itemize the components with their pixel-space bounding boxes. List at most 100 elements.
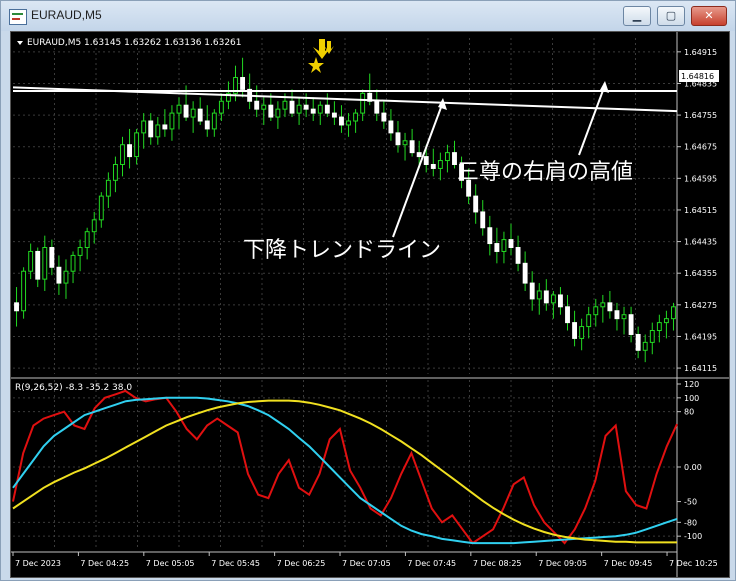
candle-body — [437, 160, 443, 169]
time-tick-label: 7 Dec 10:25 — [669, 559, 718, 568]
candle-body — [402, 140, 408, 146]
candle-body — [388, 120, 394, 134]
candle-body — [621, 314, 627, 320]
chart-area[interactable]: 1.64915 1.64835 1.64755 1.64675 1.64595 1.645… — [10, 31, 730, 578]
candle-body — [240, 77, 246, 90]
candle-body — [28, 250, 34, 272]
candle-body — [649, 330, 655, 343]
candle-body — [558, 294, 563, 308]
candle-body — [261, 104, 267, 110]
maximize-button[interactable]: ▢ — [657, 6, 685, 26]
candle-body — [586, 314, 592, 328]
indicator-tick-label: -80 — [684, 518, 697, 527]
price-lines[interactable] — [12, 86, 678, 113]
price-tick-label: 1.64915 — [684, 48, 717, 57]
candle-body — [21, 270, 27, 312]
candle-body — [607, 302, 613, 312]
candle-body — [614, 310, 620, 320]
candle-body — [105, 179, 111, 197]
candle-body — [14, 302, 19, 312]
candle-body — [508, 239, 514, 249]
window-title: EURAUD,M5 — [31, 8, 102, 22]
candle-body — [409, 140, 415, 154]
star-icon — [308, 57, 324, 73]
price-tick-label: 1.64355 — [684, 269, 717, 278]
candle-body — [593, 306, 599, 316]
candle-body — [536, 290, 542, 300]
candle-body — [550, 294, 556, 304]
candle-body — [671, 306, 676, 320]
candle-body — [211, 112, 217, 130]
candle-body — [254, 100, 260, 110]
candle-body — [452, 152, 457, 165]
candle-body — [282, 100, 288, 110]
price-tick-label: 1.64275 — [684, 301, 717, 310]
time-tick-label: 7 Dec 09:05 — [538, 559, 587, 568]
candle-body — [134, 132, 140, 158]
dropdown-triangle-icon[interactable] — [17, 41, 23, 45]
candle-body — [628, 314, 634, 335]
time-tick-label: 7 Dec 06:25 — [277, 559, 326, 568]
candle-body — [600, 302, 606, 308]
downtrend-line-annotation: 下降トレンドライン — [243, 238, 441, 263]
candle-body — [176, 104, 182, 114]
candle-body — [360, 92, 366, 114]
candle-body — [56, 266, 62, 284]
time-tick-label: 7 Dec 07:05 — [342, 559, 391, 568]
candle-body — [289, 100, 295, 114]
time-tick-label: 7 Dec 05:05 — [146, 559, 195, 568]
time-tick-label: 7 Dec 05:45 — [211, 559, 260, 568]
candle-body — [77, 247, 83, 256]
candle-body — [565, 306, 570, 324]
candle-body — [84, 231, 90, 249]
candle-body — [487, 227, 493, 245]
chart-canvas[interactable]: 1.649151.648351.647551.646751.645951.645… — [11, 32, 729, 577]
candle-body — [324, 104, 330, 114]
candle-body — [148, 120, 154, 138]
chart-app-icon — [9, 9, 27, 25]
price-y-axis: 1.649151.648351.647551.646751.645951.645… — [676, 32, 717, 577]
candle-body — [515, 247, 521, 264]
price-tick-label: 1.64595 — [684, 174, 717, 183]
candle-body — [169, 112, 175, 130]
indicator-tick-label: -100 — [684, 532, 702, 541]
candle-body — [268, 104, 274, 118]
candle-body — [218, 100, 224, 114]
candle-body — [642, 341, 648, 351]
candle-body — [141, 120, 147, 134]
time-tick-label: 7 Dec 08:25 — [473, 559, 522, 568]
candle-body — [494, 243, 500, 252]
candle-body — [522, 262, 528, 284]
candle-body — [346, 120, 351, 126]
candle-body — [473, 195, 479, 213]
candle-body — [204, 120, 210, 130]
chart-window: EURAUD,M5 ▁ ▢ ✕ 1.64915 1.64835 1.64755 1.6… — [0, 0, 736, 581]
time-x-axis: 7 Dec 2023 7 Dec 04:25 7 Dec 05:05 7 Dec 05… — [11, 551, 718, 568]
time-tick-label: 7 Dec 09:45 — [604, 559, 653, 568]
right-shoulder-annotation: 三尊の右肩の高値 — [457, 160, 633, 185]
candle-body — [444, 152, 450, 162]
candle-body — [42, 247, 48, 280]
indicator-tick-label: -50 — [684, 498, 697, 507]
time-tick-label: 7 Dec 07:45 — [407, 559, 456, 568]
candle-body — [35, 250, 41, 280]
candle-body — [353, 112, 359, 122]
candle-body — [331, 112, 337, 118]
price-tick-label: 1.64195 — [684, 332, 717, 341]
indicator-tick-label: 80 — [684, 408, 694, 417]
time-tick-label: 7 Dec 04:25 — [80, 559, 129, 568]
indicator-y-axis: 120 100 80 0.00 -50 -80 -100 — [677, 380, 702, 541]
candle-body — [120, 144, 125, 165]
time-tick-label: 7 Dec 2023 — [15, 559, 61, 568]
indicator-tick-label: 100 — [684, 394, 699, 403]
candle-body — [501, 239, 507, 252]
candle-body — [395, 132, 401, 146]
close-button[interactable]: ✕ — [691, 6, 727, 26]
window-titlebar[interactable]: EURAUD,M5 ▁ ▢ ✕ — [1, 1, 735, 31]
candle-body — [49, 247, 55, 268]
candle-body — [155, 124, 161, 138]
price-tick-label: 1.64675 — [684, 143, 717, 152]
minimize-button[interactable]: ▁ — [623, 6, 651, 26]
candle-body — [190, 108, 196, 118]
candle-body — [162, 124, 168, 130]
